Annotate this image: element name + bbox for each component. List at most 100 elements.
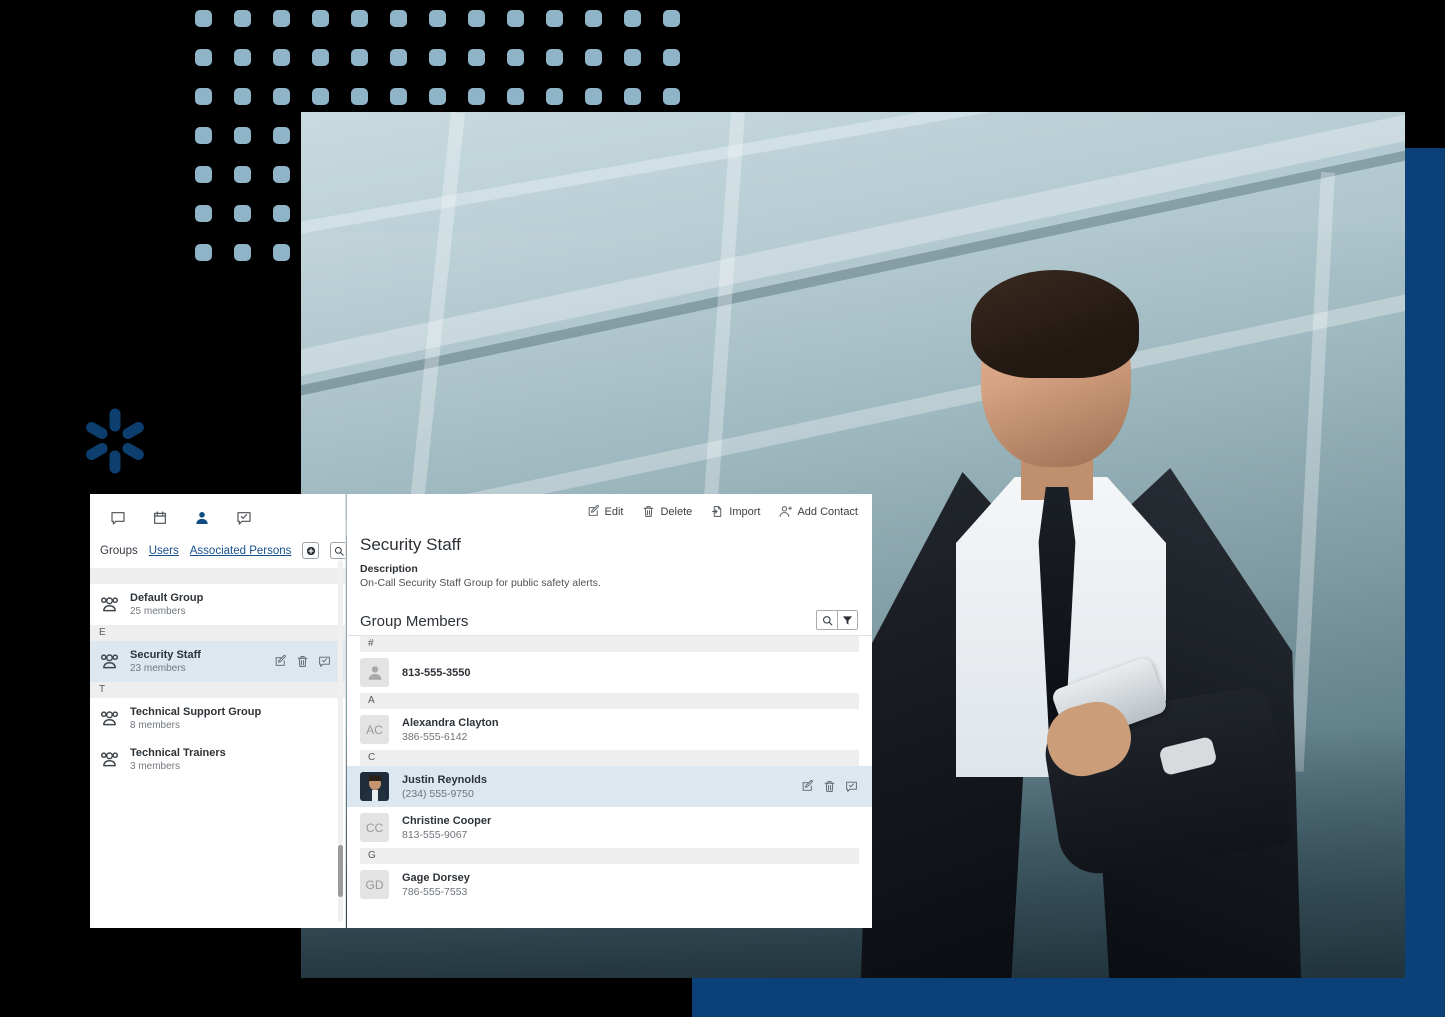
group-list-item[interactable]: Technical Support Group 8 members xyxy=(90,698,346,739)
member-text: 813-555-3550 xyxy=(402,666,858,680)
group-text: Default Group 25 members xyxy=(130,591,337,618)
contacts-icon[interactable] xyxy=(188,504,216,532)
group-text: Security Staff 23 members xyxy=(130,648,264,675)
decorative-dot xyxy=(273,244,290,261)
sidebar-tab-groups[interactable]: Groups xyxy=(100,545,138,557)
member-list-item[interactable]: Justin Reynolds (234) 555-9750 xyxy=(347,766,872,807)
decorative-dot xyxy=(195,166,212,183)
avatar-photo-hair xyxy=(368,775,382,781)
toolbar-edit-button[interactable]: Edit xyxy=(587,505,624,518)
group-list-item[interactable]: Technical Trainers 3 members xyxy=(90,739,346,780)
detail-toolbar: Edit Delete Import Add Contact xyxy=(347,494,872,522)
decorative-dot xyxy=(273,127,290,144)
sidebar-scrollbar[interactable] xyxy=(338,560,343,922)
group-alpha-header xyxy=(90,568,346,584)
sidebar-tab-associated-persons[interactable]: Associated Persons xyxy=(190,545,292,557)
sidebar-tab-bar: Groups Users Associated Persons xyxy=(90,538,348,568)
group-list-item[interactable]: Default Group 25 members xyxy=(90,584,346,625)
trash-icon[interactable] xyxy=(296,655,309,668)
group-text: Technical Trainers 3 members xyxy=(130,746,337,773)
toolbar-add-contact-button[interactable]: Add Contact xyxy=(779,505,858,518)
message-icon[interactable] xyxy=(318,655,331,668)
starburst-logo xyxy=(78,404,152,478)
group-member-count: 25 members xyxy=(130,606,186,617)
member-alpha-header: G xyxy=(360,848,859,864)
filter-icon[interactable] xyxy=(837,611,857,629)
group-alpha-header: T xyxy=(90,682,346,698)
sidebar-scrollbar-thumb[interactable] xyxy=(338,845,343,897)
decorative-dot xyxy=(429,49,446,66)
decorative-dot xyxy=(507,10,524,27)
member-phone: 386-555-6142 xyxy=(402,730,468,743)
decorative-dot xyxy=(468,49,485,66)
decorative-dot xyxy=(663,49,680,66)
sidebar-tab-users[interactable]: Users xyxy=(149,545,179,557)
decorative-dot xyxy=(273,205,290,222)
decorative-dot xyxy=(195,127,212,144)
hero-person xyxy=(861,270,1301,978)
avatar: AC xyxy=(360,715,389,744)
toolbar-delete-button[interactable]: Delete xyxy=(642,505,692,518)
member-list-item[interactable]: GD Gage Dorsey 786-555-7553 xyxy=(347,864,872,905)
hero-person-hair xyxy=(971,270,1139,378)
group-name: Technical Trainers xyxy=(130,747,226,759)
decorative-dot xyxy=(195,205,212,222)
member-text: Alexandra Clayton 386-555-6142 xyxy=(402,716,858,744)
decorative-dot xyxy=(234,166,251,183)
add-group-button[interactable] xyxy=(302,542,320,559)
chat-icon[interactable] xyxy=(104,504,132,532)
calendar-icon[interactable] xyxy=(146,504,174,532)
decorative-dot xyxy=(663,10,680,27)
decorative-dot xyxy=(624,88,641,105)
member-name: 813-555-3550 xyxy=(402,666,471,679)
toolbar-label: Delete xyxy=(660,505,693,518)
decorative-dot xyxy=(234,10,251,27)
decorative-dot xyxy=(390,10,407,27)
group-row-actions xyxy=(274,655,337,668)
group-members-title: Group Members xyxy=(360,613,469,630)
group-list-item[interactable]: Security Staff 23 members xyxy=(90,641,346,682)
member-name: Justin Reynolds xyxy=(402,773,487,786)
avatar: GD xyxy=(360,870,389,899)
decorative-dot xyxy=(663,88,680,105)
member-list-item[interactable]: CC Christine Cooper 813-555-9067 xyxy=(347,807,872,848)
logo-ray xyxy=(109,450,121,474)
member-alpha-header: C xyxy=(360,750,859,766)
decorative-dot xyxy=(390,49,407,66)
message-icon[interactable] xyxy=(845,780,858,793)
group-name: Default Group xyxy=(130,592,204,604)
group-members-tools xyxy=(816,610,858,630)
decorative-dot xyxy=(273,49,290,66)
search-icon[interactable] xyxy=(817,611,837,629)
import-icon xyxy=(711,505,724,518)
toolbar-label: Import xyxy=(729,505,761,518)
decorative-dot xyxy=(351,49,368,66)
trash-icon[interactable] xyxy=(823,780,836,793)
group-icon xyxy=(99,749,120,770)
member-name: Alexandra Clayton xyxy=(402,716,499,729)
toolbar-label: Edit xyxy=(604,505,624,518)
logo-ray xyxy=(120,419,146,442)
decorative-dot xyxy=(273,166,290,183)
add-contact-icon xyxy=(779,505,793,518)
decorative-dot xyxy=(507,88,524,105)
decorative-dot xyxy=(468,88,485,105)
decorative-dot xyxy=(234,205,251,222)
toolbar-import-button[interactable]: Import xyxy=(711,505,760,518)
member-alpha-header: A xyxy=(360,693,859,709)
decorative-dot xyxy=(234,244,251,261)
member-list-item[interactable]: AC Alexandra Clayton 386-555-6142 xyxy=(347,709,872,750)
groups-list[interactable]: Default Group 25 members E Security Staff 23… xyxy=(90,568,346,780)
member-name: Gage Dorsey xyxy=(402,871,470,884)
page-title: Security Staff xyxy=(360,535,461,554)
edit-icon[interactable] xyxy=(801,780,814,793)
decorative-dot xyxy=(195,49,212,66)
member-phone: 813-555-9067 xyxy=(402,828,468,841)
contacts-application-window: Groups Users Associated Persons Default Gr… xyxy=(90,494,872,928)
edit-icon[interactable] xyxy=(274,655,287,668)
group-members-list[interactable]: #813-555-3550 A AC Alexandra Clayton 386-555… xyxy=(347,636,872,905)
tasks-icon[interactable] xyxy=(230,504,258,532)
decorative-dot xyxy=(585,49,602,66)
decorative-dot xyxy=(546,10,563,27)
member-list-item[interactable]: 813-555-3550 xyxy=(347,652,872,693)
